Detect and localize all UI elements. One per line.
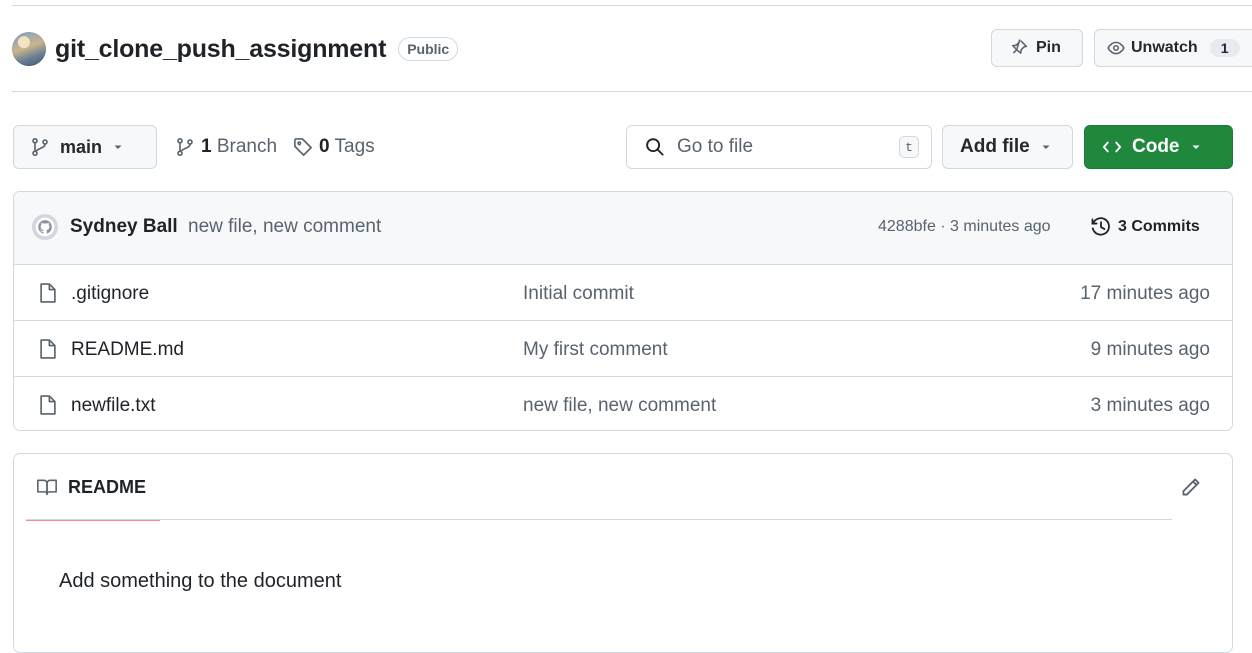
file-age: 17 minutes ago (1080, 283, 1210, 304)
code-label: Code (1132, 136, 1180, 157)
tag-label: Tags (334, 136, 375, 157)
top-divider (12, 5, 1252, 6)
tag-icon (294, 138, 312, 156)
file-row[interactable]: README.md My first comment 9 minutes ago (14, 321, 1232, 377)
file-icon (40, 283, 56, 303)
file-commit-message[interactable]: My first comment (523, 339, 668, 361)
latest-commit-bar: Sydney Ball new file, new comment 4288bf… (14, 192, 1232, 265)
code-button[interactable]: Code (1084, 125, 1233, 169)
github-mark-icon (35, 217, 55, 237)
file-commit-message[interactable]: Initial commit (523, 283, 634, 305)
file-name[interactable]: newfile.txt (71, 395, 155, 417)
commit-hash-time[interactable]: 4288bfe · 3 minutes ago (878, 218, 1051, 236)
git-branch-icon (32, 137, 48, 157)
repo-title[interactable]: git_clone_push_assignment (55, 35, 386, 64)
pencil-icon[interactable] (1180, 476, 1202, 498)
triangle-down-icon (114, 145, 122, 149)
code-icon (1102, 141, 1122, 153)
add-file-button[interactable]: Add file (942, 125, 1073, 169)
file-icon (40, 395, 56, 415)
readme-tabbar: README (14, 454, 1232, 521)
tag-count: 0 (319, 136, 330, 157)
triangle-down-icon (1192, 145, 1199, 149)
file-age: 9 minutes ago (1090, 339, 1210, 360)
file-age: 3 minutes ago (1090, 395, 1210, 416)
unwatch-button[interactable]: Unwatch 1 (1094, 29, 1252, 67)
pin-icon (1012, 39, 1028, 54)
unwatch-label: Unwatch (1131, 39, 1198, 56)
search-icon (646, 138, 664, 156)
readme-tab-label: README (68, 476, 147, 497)
add-file-label: Add file (960, 136, 1030, 157)
commit-author-avatar[interactable] (32, 214, 58, 240)
pin-label: Pin (1036, 39, 1061, 56)
triangle-down-icon (1042, 145, 1050, 149)
commits-history-link[interactable]: 3 Commits (1090, 216, 1200, 238)
book-icon (37, 479, 57, 496)
search-input[interactable] (677, 136, 887, 158)
header-divider (12, 91, 1252, 92)
branch-label: Branch (216, 136, 278, 157)
tags-link[interactable]: 0 Tags (293, 125, 375, 169)
commits-label: 3 Commits (1118, 218, 1200, 235)
file-name[interactable]: README.md (71, 339, 184, 361)
pin-button[interactable]: Pin (991, 29, 1083, 67)
branch-name: main (60, 136, 103, 157)
file-row[interactable]: .gitignore Initial commit 17 minutes ago (14, 265, 1232, 321)
eye-icon (1107, 41, 1125, 55)
repo-owner-avatar[interactable] (12, 32, 46, 66)
file-commit-message[interactable]: new file, new comment (523, 395, 716, 417)
search-shortcut-key: t (899, 136, 919, 158)
readme-content: Add something to the document (59, 570, 342, 592)
file-name[interactable]: .gitignore (71, 283, 149, 305)
readme-tab-divider (26, 519, 1172, 520)
branch-count: 1 (201, 136, 212, 157)
commit-message[interactable]: new file, new comment (188, 216, 381, 238)
visibility-badge: Public (398, 37, 459, 61)
watch-count: 1 (1209, 39, 1240, 57)
file-row[interactable]: newfile.txt new file, new comment 3 minu… (14, 377, 1232, 430)
branches-link[interactable]: 1 Branch (175, 125, 277, 169)
branch-select-button[interactable]: main (13, 125, 157, 169)
git-branch-icon (177, 137, 193, 157)
commit-author[interactable]: Sydney Ball (70, 216, 178, 238)
repo-header: git_clone_push_assignment Public (12, 30, 459, 68)
go-to-file-search[interactable]: t (626, 125, 932, 169)
file-icon (40, 339, 56, 359)
history-icon (1091, 217, 1110, 236)
readme-panel: README Add something to the document (13, 453, 1233, 653)
file-list: Sydney Ball new file, new comment 4288bf… (13, 191, 1233, 431)
tab-readme[interactable]: README (26, 454, 160, 521)
